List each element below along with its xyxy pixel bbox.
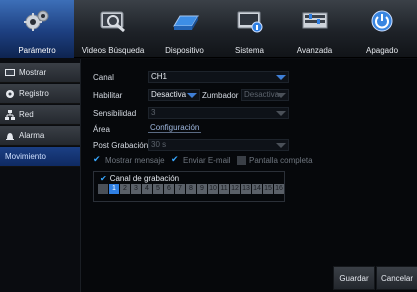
canal-grabacion-title[interactable]: ✔ Canal de grabación [100, 174, 179, 183]
channel-checkbox[interactable]: 15 [263, 184, 273, 194]
dvr-settings-window: Parámetro Videos Búsqueda Dispositivo Si… [0, 0, 417, 292]
channel-selector: 1 2 3 4 5 6 7 8 9 10 11 12 13 14 15 16 [98, 184, 284, 194]
habilitar-label: Habilitar [93, 91, 123, 100]
channel-checkbox[interactable]: 2 [120, 184, 130, 194]
motion-settings-panel: Canal CH1 Habilitar Desactiva Zumbador D… [80, 59, 417, 292]
channel-checkbox[interactable]: 8 [186, 184, 196, 194]
advanced-settings-icon [302, 12, 327, 29]
check-icon [171, 154, 180, 165]
chevron-down-icon [276, 93, 286, 98]
tab-videos-busqueda-label: Videos Búsqueda [81, 46, 145, 55]
tab-parametro[interactable]: Parámetro [0, 0, 74, 58]
channel-checkbox[interactable]: 5 [153, 184, 163, 194]
channel-checkbox[interactable]: 9 [197, 184, 207, 194]
pantalla-completa-checkbox[interactable]: Pantalla completa [237, 156, 313, 165]
tab-apagado[interactable]: Apagado [347, 0, 417, 58]
tab-avanzada[interactable]: Avanzada [282, 0, 347, 58]
checkbox-box [237, 156, 246, 165]
sidebar-item-movimiento[interactable]: Movimiento [0, 147, 80, 167]
tab-parametro-label: Parámetro [18, 46, 56, 55]
post-grabacion-select[interactable]: 30 s [148, 139, 289, 151]
check-icon [93, 154, 102, 165]
enviar-email-checkbox[interactable]: Enviar E-mail [171, 154, 231, 165]
channel-checkbox[interactable]: 10 [208, 184, 218, 194]
sidebar-item-alarma[interactable]: Alarma [0, 126, 80, 146]
top-menu: Parámetro Videos Búsqueda Dispositivo Si… [0, 0, 417, 58]
sensibilidad-value: 3 [151, 108, 156, 117]
guardar-button[interactable]: Guardar [333, 266, 375, 290]
channel-checkbox[interactable]: 7 [175, 184, 185, 194]
sensibilidad-select[interactable]: 3 [148, 107, 289, 119]
check-icon: ✔ [100, 174, 107, 183]
sidebar-item-label: Registro [19, 89, 49, 98]
tab-dispositivo-label: Dispositivo [165, 46, 204, 55]
habilitar-select[interactable]: Desactiva [148, 89, 200, 101]
post-grabacion-label: Post Grabación [93, 141, 149, 150]
sidebar-item-label: Red [19, 110, 34, 119]
tab-sistema[interactable]: Sistema [217, 0, 282, 58]
system-info-icon [237, 11, 262, 33]
area-config-button[interactable]: Configuración [148, 123, 202, 133]
post-grabacion-value: 30 s [151, 140, 167, 149]
sidebar-item-red[interactable]: Red [0, 105, 80, 125]
sidebar-item-label: Mostrar [19, 68, 47, 77]
cancelar-button[interactable]: Cancelar [376, 266, 417, 290]
gears-icon [24, 10, 49, 31]
monitor-icon [5, 68, 15, 76]
pantalla-completa-label: Pantalla completa [249, 156, 313, 165]
chevron-down-icon [187, 93, 197, 98]
area-label: Área [93, 125, 110, 134]
enviar-email-label: Enviar E-mail [183, 156, 231, 165]
tab-apagado-label: Apagado [365, 46, 399, 55]
sidebar-item-registro[interactable]: Registro [0, 84, 80, 104]
canal-select[interactable]: CH1 [148, 71, 289, 83]
channel-checkbox[interactable]: 6 [164, 184, 174, 194]
canal-label: Canal [93, 73, 114, 82]
channel-checkbox[interactable]: 14 [252, 184, 262, 194]
sidebar-item-label: Movimiento [5, 152, 46, 161]
channel-checkbox[interactable]: 12 [230, 184, 240, 194]
channel-checkbox[interactable]: 3 [131, 184, 141, 194]
zumbador-value: Desactiva [244, 90, 280, 99]
record-settings-icon [6, 89, 14, 98]
channel-checkbox[interactable]: 11 [219, 184, 229, 194]
channel-checkbox[interactable]: 1 [109, 184, 119, 194]
zumbador-select[interactable]: Desactiva [241, 89, 289, 101]
channel-checkbox[interactable]: 4 [142, 184, 152, 194]
tab-videos-busqueda[interactable]: Videos Búsqueda [74, 0, 152, 58]
select-all-channels-checkbox[interactable] [98, 184, 108, 194]
chevron-down-icon [276, 75, 286, 80]
power-icon [371, 10, 393, 32]
sidebar-item-label: Alarma [19, 131, 45, 140]
hard-disk-icon [172, 15, 199, 30]
sidebar: Mostrar Registro Red Alarma Movimiento [0, 59, 80, 292]
channel-checkbox[interactable]: 16 [274, 184, 284, 194]
tab-avanzada-label: Avanzada [296, 46, 333, 55]
tab-dispositivo[interactable]: Dispositivo [152, 0, 217, 58]
network-icon [5, 109, 15, 120]
sensibilidad-label: Sensibilidad [93, 109, 137, 118]
search-video-icon [100, 11, 125, 33]
chevron-down-icon [276, 111, 286, 116]
canal-value: CH1 [151, 72, 168, 81]
alarm-bell-icon [6, 132, 14, 140]
mostrar-mensaje-checkbox[interactable]: Mostrar mensaje [93, 154, 165, 165]
zumbador-label: Zumbador [202, 91, 239, 100]
chevron-down-icon [276, 143, 286, 148]
channel-checkbox[interactable]: 13 [241, 184, 251, 194]
tab-sistema-label: Sistema [235, 46, 264, 55]
mostrar-mensaje-label: Mostrar mensaje [105, 156, 165, 165]
sidebar-item-mostrar[interactable]: Mostrar [0, 63, 80, 83]
habilitar-value: Desactiva [151, 90, 187, 99]
canal-grabacion-label: Canal de grabación [109, 174, 180, 183]
canal-grabacion-group: ✔ Canal de grabación 1 2 3 4 5 6 7 8 9 1… [93, 171, 285, 202]
